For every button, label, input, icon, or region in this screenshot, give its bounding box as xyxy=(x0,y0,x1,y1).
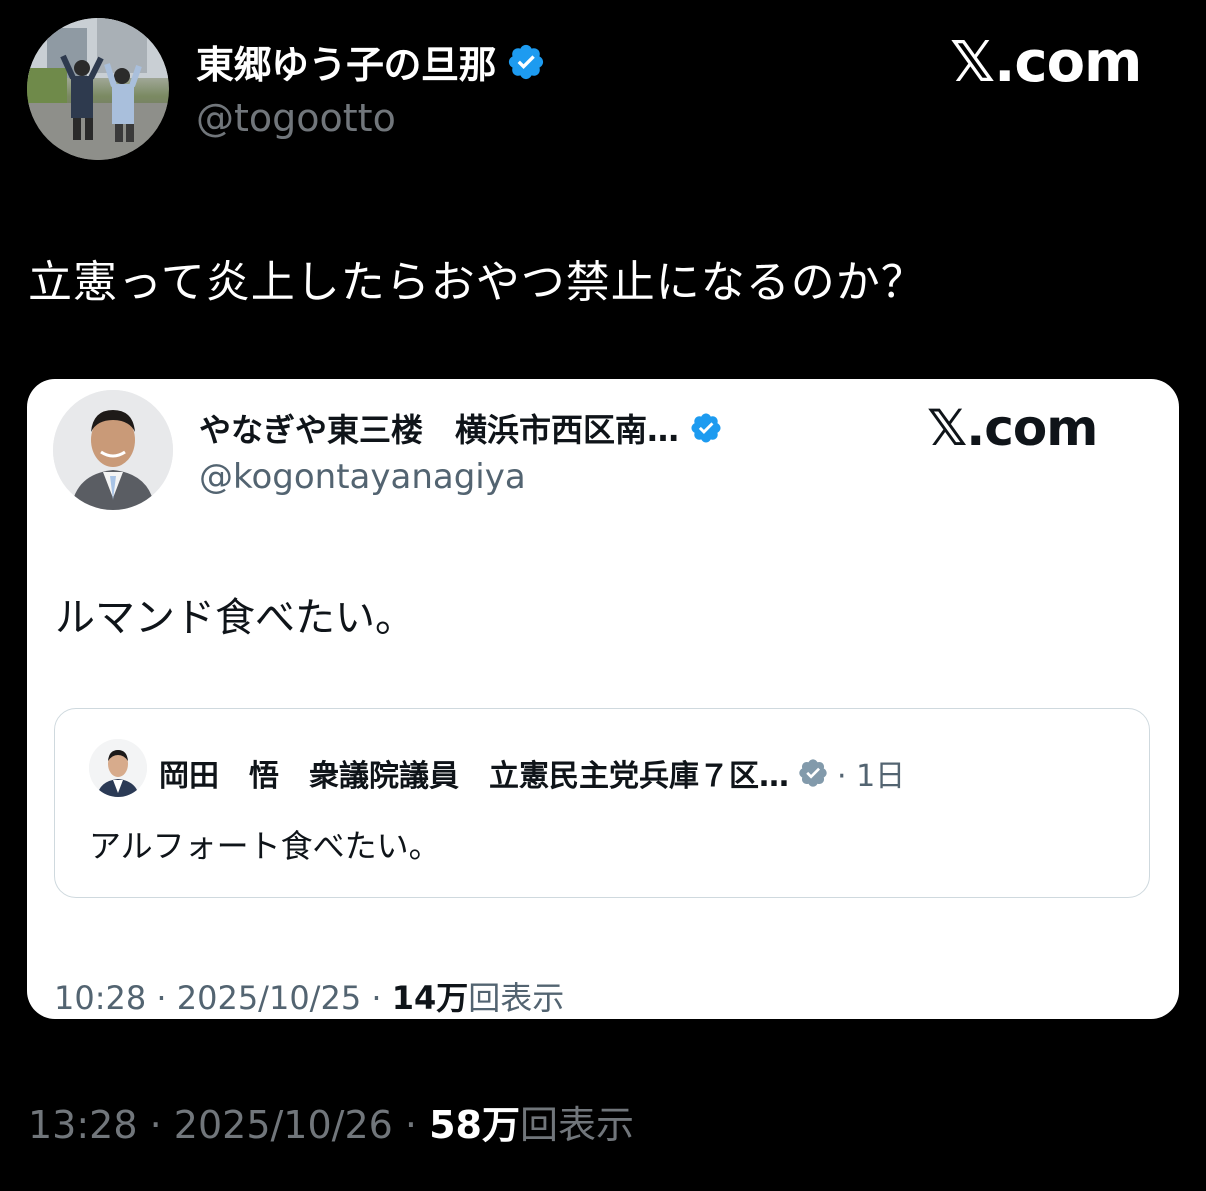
nested-relative-date[interactable]: · 1日 xyxy=(837,751,905,795)
tweet-time[interactable]: 13:28 xyxy=(28,1103,138,1147)
tweet-text: 立憲って炎上したらおやつ禁止になるのか？ xyxy=(28,257,926,308)
author-avatar[interactable] xyxy=(27,18,169,160)
quoted-author-handle[interactable]: @kogontayanagiya xyxy=(199,457,526,497)
author-handle[interactable]: @togootto xyxy=(196,96,396,140)
nested-author-name[interactable]: 岡田 悟 衆議院議員 立憲民主党兵庫７区… xyxy=(159,751,789,795)
nested-quote-card[interactable]: 岡田 悟 衆議院議員 立憲民主党兵庫７区… · 1日 アルフォート食べたい。 xyxy=(54,708,1150,898)
nested-author-avatar[interactable] xyxy=(89,739,147,797)
verified-badge-icon xyxy=(691,413,721,443)
tweet-meta: 13:28 · 2025/10/26 · 58万回表示 xyxy=(28,1094,634,1149)
quoted-time[interactable]: 10:28 xyxy=(54,979,146,1017)
quoted-tweet-card[interactable]: やなぎや東三楼 横浜市西区南… @kogontayanagiya 𝕏.com ル… xyxy=(27,379,1179,1019)
meta-separator: · xyxy=(149,1103,162,1147)
meta-separator: · xyxy=(371,979,382,1017)
tweet-date[interactable]: 2025/10/26 xyxy=(174,1103,393,1147)
x-logo: 𝕏.com xyxy=(950,30,1142,95)
tweet-views-label: 回表示 xyxy=(520,1103,635,1147)
verified-badge-icon xyxy=(508,44,544,79)
tweet-views-count: 58万 xyxy=(429,1103,520,1147)
meta-separator: · xyxy=(404,1103,418,1147)
nested-author-name-row[interactable]: 岡田 悟 衆議院議員 立憲民主党兵庫７区… · 1日 xyxy=(159,751,905,795)
x-logo: 𝕏.com xyxy=(927,399,1098,457)
meta-separator: · xyxy=(156,979,167,1017)
nested-quote-text: アルフォート食べたい。 xyxy=(89,827,441,865)
quoted-author-name[interactable]: やなぎや東三楼 横浜市西区南… xyxy=(199,405,679,451)
avatar-photo xyxy=(53,390,173,510)
avatar-photo xyxy=(89,739,147,797)
quoted-views-count: 14万 xyxy=(391,979,469,1017)
quoted-author-avatar[interactable] xyxy=(53,390,173,510)
quoted-date[interactable]: 2025/10/25 xyxy=(177,979,361,1017)
avatar-photo xyxy=(27,18,169,160)
quoted-author-name-row[interactable]: やなぎや東三楼 横浜市西区南… xyxy=(199,405,723,451)
author-name-row[interactable]: 東郷ゆう子の旦那 xyxy=(196,34,546,89)
quoted-tweet-meta: 10:28 · 2025/10/25 · 14万回表示 xyxy=(54,973,564,1019)
quoted-tweet-text: ルマンド食べたい。 xyxy=(55,595,415,641)
author-name[interactable]: 東郷ゆう子の旦那 xyxy=(196,34,497,89)
verified-badge-gray-icon xyxy=(799,759,827,787)
quoted-views-label: 回表示 xyxy=(468,979,565,1017)
